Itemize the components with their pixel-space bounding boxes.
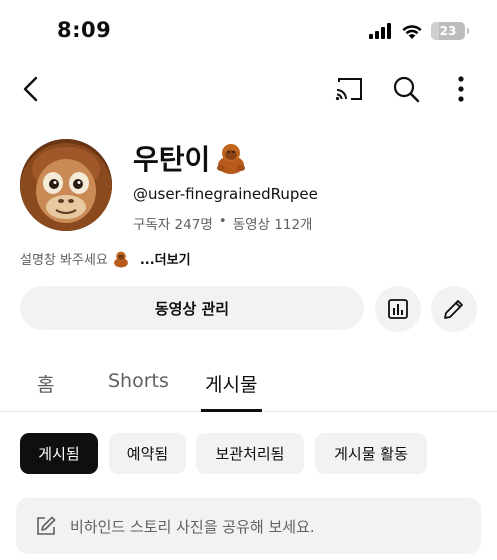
- analytics-icon: [388, 299, 408, 319]
- chip-label: 게시됨: [38, 445, 80, 463]
- status-time: 8:09: [57, 18, 112, 42]
- tab-posts[interactable]: 게시물: [205, 370, 257, 397]
- tab-home[interactable]: 홈: [37, 370, 54, 397]
- chip-archived[interactable]: 보관처리됨: [196, 433, 304, 474]
- battery-level-text: 23: [439, 24, 457, 38]
- post-composer[interactable]: 비하인드 스토리 사진을 공유해 보세요.: [16, 498, 481, 554]
- pencil-icon: [444, 300, 463, 319]
- more-vert-icon[interactable]: [450, 74, 472, 104]
- chip-published[interactable]: 게시됨: [20, 433, 98, 474]
- wifi-icon: [402, 24, 422, 39]
- chip-label: 게시물 활동: [334, 445, 408, 463]
- manage-videos-label: 동영상 관리: [154, 299, 230, 318]
- chip-label: 보관처리됨: [215, 445, 285, 463]
- chip-label: 예약됨: [126, 445, 169, 463]
- subscriber-count: 구독자 247명: [133, 217, 213, 233]
- channel-stats: 구독자 247명 • 동영상 112개: [133, 213, 312, 233]
- top-nav: [0, 64, 497, 114]
- cellular-signal-icon: [369, 23, 391, 39]
- cast-icon[interactable]: [334, 76, 364, 102]
- composer-placeholder: 비하인드 스토리 사진을 공유해 보세요.: [70, 517, 315, 536]
- status-icons: 23: [369, 22, 469, 40]
- battery-fill: [431, 22, 439, 40]
- channel-handle: @user-finegrainedRupee: [133, 185, 318, 203]
- battery-indicator: 23: [431, 22, 469, 40]
- video-count: 동영상 112개: [232, 217, 313, 233]
- active-tab-indicator: [201, 409, 262, 412]
- edit-post-icon: [37, 516, 56, 535]
- channel-avatar[interactable]: [20, 139, 112, 231]
- more-link[interactable]: ...더보기: [140, 249, 191, 268]
- orangutan-avatar-icon: [20, 139, 112, 231]
- orangutan-emoji-icon: [113, 251, 128, 267]
- analytics-button[interactable]: [375, 286, 421, 332]
- manage-videos-button[interactable]: 동영상 관리: [20, 286, 364, 330]
- tab-shorts[interactable]: Shorts: [108, 370, 169, 392]
- back-icon[interactable]: [18, 74, 46, 104]
- chip-scheduled[interactable]: 예약됨: [109, 433, 186, 474]
- search-icon[interactable]: [391, 74, 421, 104]
- stats-separator: •: [218, 213, 227, 229]
- description-text: 설명창 봐주세요: [20, 253, 108, 268]
- edit-channel-button[interactable]: [431, 286, 477, 332]
- chip-post-activity[interactable]: 게시물 활동: [315, 433, 427, 474]
- channel-name: 우탄이: [133, 143, 211, 176]
- status-bar: 8:09 23: [0, 0, 497, 62]
- channel-tabs: 홈 Shorts 게시물: [0, 356, 497, 412]
- orangutan-emoji-icon: [217, 144, 246, 174]
- channel-title-row: 우탄이: [133, 138, 248, 178]
- channel-description[interactable]: 설명창 봐주세요 ...더보기: [20, 249, 191, 268]
